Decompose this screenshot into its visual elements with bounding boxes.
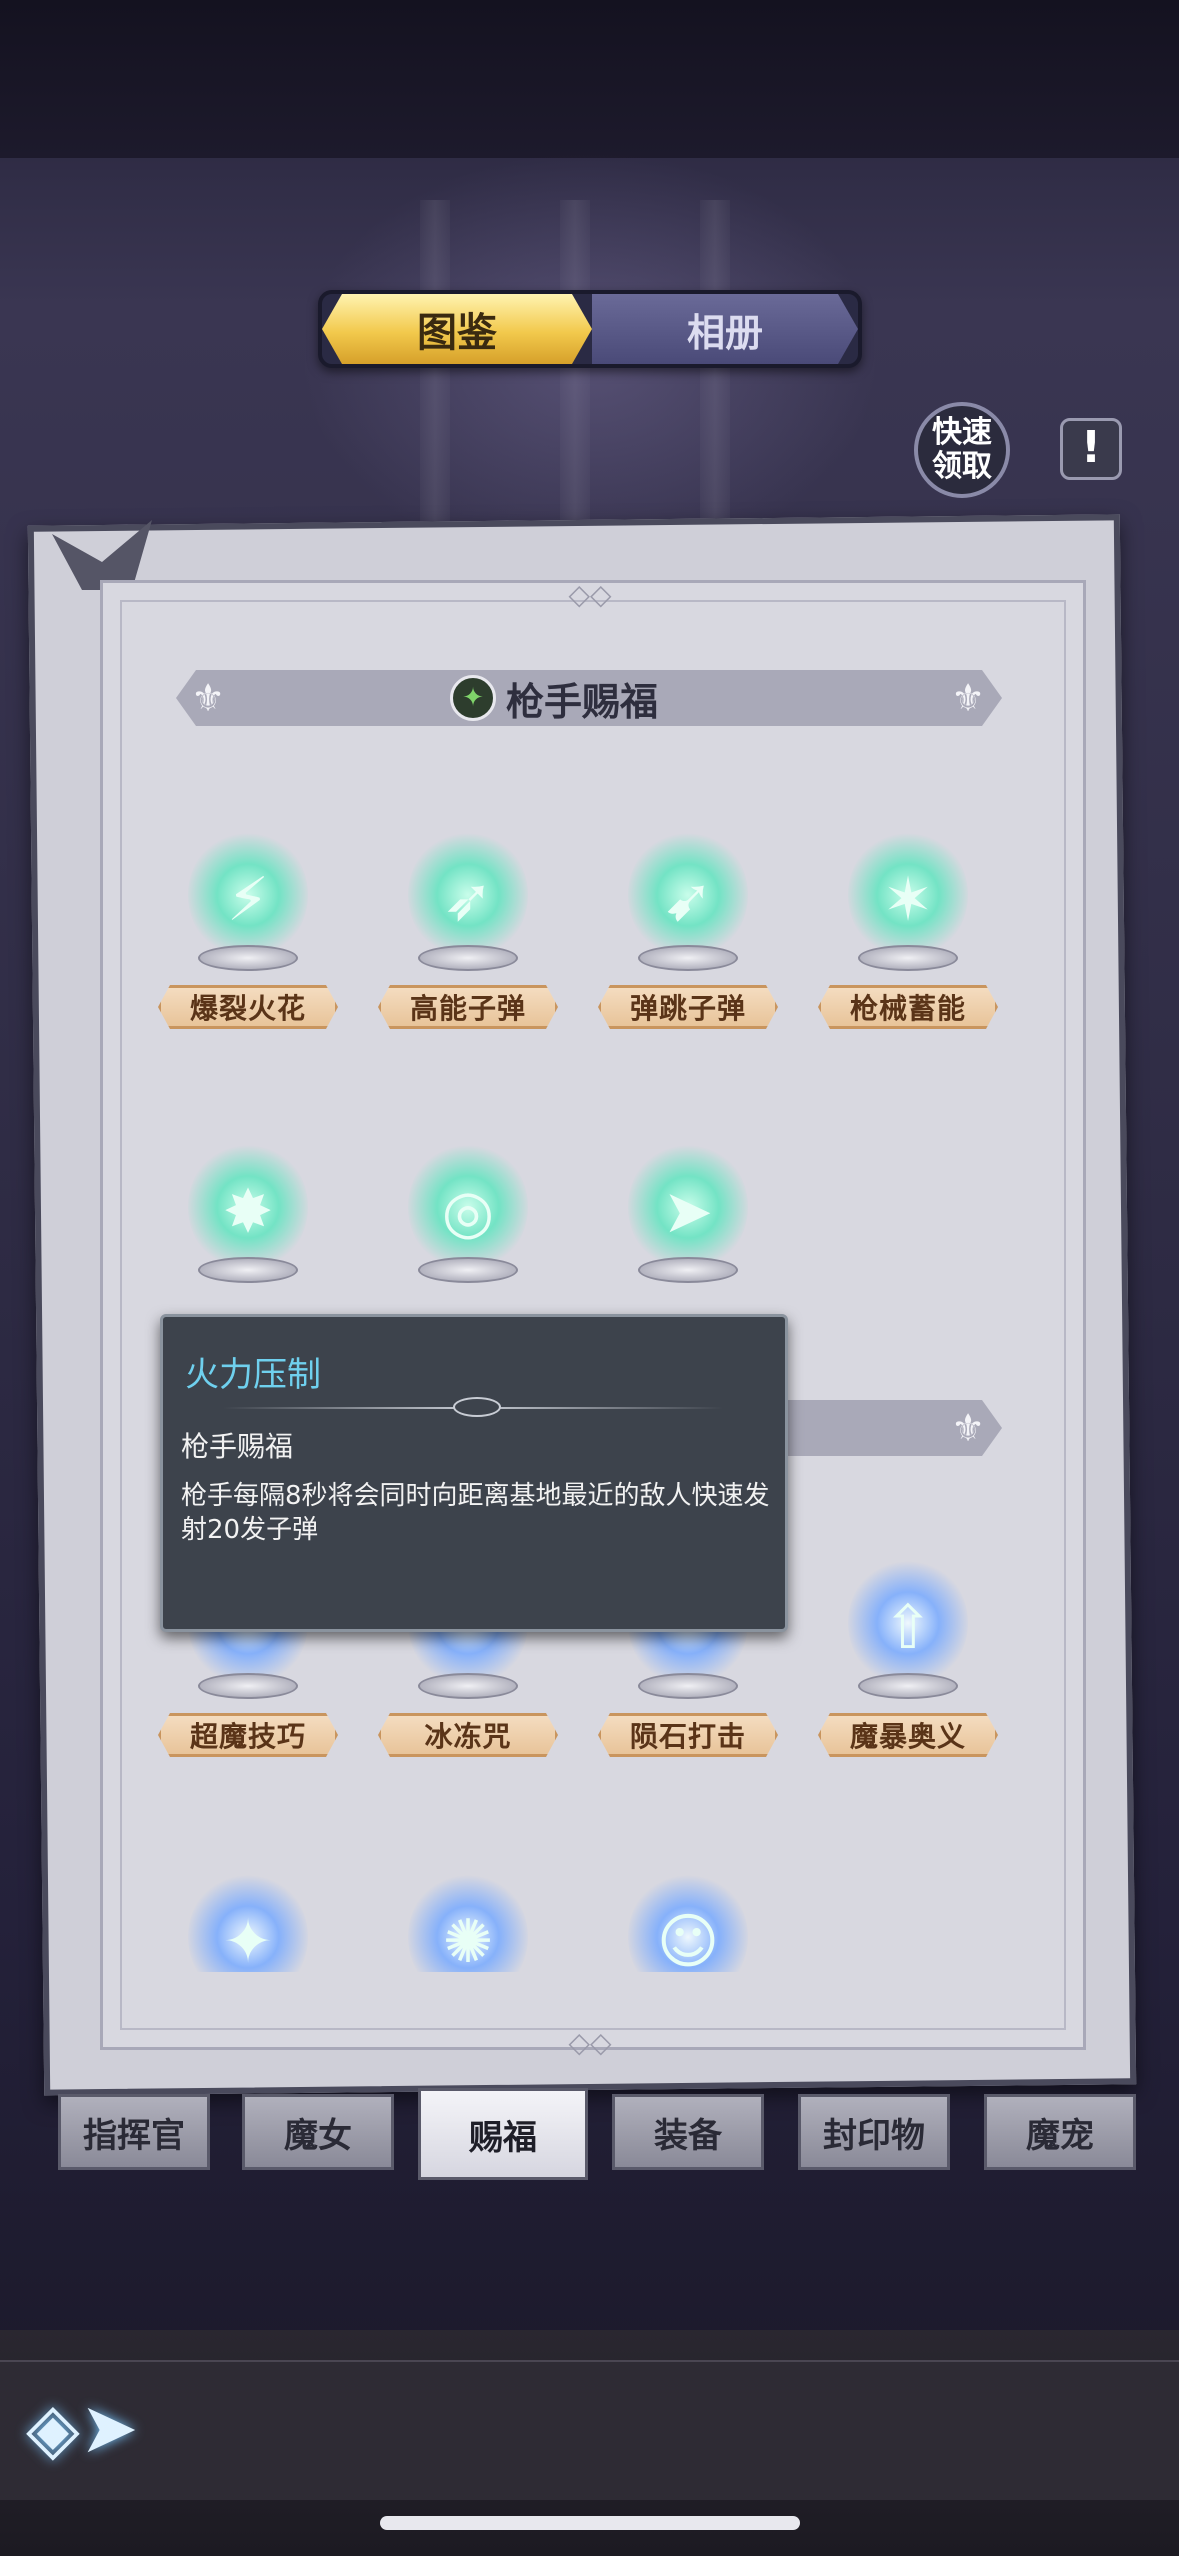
info-button[interactable]: !: [1060, 418, 1122, 480]
blessing-label: 高能子弹: [378, 985, 558, 1029]
tooltip-title: 火力压制: [185, 1355, 321, 1395]
view-toggle: 图鉴 相册: [318, 290, 862, 368]
home-indicator[interactable]: [380, 2516, 800, 2530]
ornament-icon: ◇◇: [568, 578, 612, 611]
pedestal: [858, 1673, 958, 1699]
pedestal: [418, 1257, 518, 1283]
tab-witch[interactable]: 魔女: [242, 2094, 394, 2170]
blessing-label: 爆裂火花: [158, 985, 338, 1029]
pedestal: [418, 1673, 518, 1699]
tab-pet[interactable]: 魔宠: [984, 2094, 1136, 2170]
blessing-item[interactable]: ✦: [158, 1862, 338, 1972]
blessing-item[interactable]: ⚡ 爆裂火花: [158, 820, 338, 1040]
targeted-shell-glyph: ◎: [441, 1177, 495, 1247]
tab-album[interactable]: 相册: [592, 294, 858, 364]
pedestal: [198, 1257, 298, 1283]
light-orb-glyph: ✦: [222, 1907, 274, 1972]
blessing-label: 超魔技巧: [158, 1713, 338, 1757]
missile-burst-glyph: ✸: [222, 1177, 274, 1247]
blessing-label: 枪械蓄能: [818, 985, 998, 1029]
quick-claim-button[interactable]: 快速 领取: [914, 402, 1010, 498]
blessing-item[interactable]: ✶ 枪械蓄能: [818, 820, 998, 1040]
pedestal: [418, 945, 518, 971]
starburst-glyph: ✺: [442, 1907, 494, 1972]
tooltip-description: 枪手每隔8秒将会同时向距离基地最近的敌人快速发射20发子弹: [181, 1481, 770, 1545]
tab-equipment[interactable]: 装备: [612, 2094, 764, 2170]
rifle-icon: ✦: [450, 675, 496, 721]
pedestal: [198, 945, 298, 971]
fleur-icon: ⚜: [950, 676, 986, 720]
section-title-text: 枪手赐福: [506, 679, 659, 724]
bullet-spark-glyph: ⚡: [226, 865, 270, 935]
pedestal: [638, 1673, 738, 1699]
blessing-item[interactable]: ⇧ 魔暴奥义: [818, 1548, 998, 1768]
bounce-bullet-glyph: ➹: [662, 865, 714, 935]
magic-storm-glyph: ⇧: [882, 1593, 934, 1663]
blessing-tooltip: 火力压制 枪手赐福 枪手每隔8秒将会同时向距离基地最近的敌人快速发射20发子弹: [160, 1314, 788, 1632]
ornament-icon: ◇◇: [568, 2026, 612, 2059]
blessing-label: 陨石打击: [598, 1713, 778, 1757]
pedestal: [638, 945, 738, 971]
blessing-label: 魔暴奥义: [818, 1713, 998, 1757]
tab-codex[interactable]: 图鉴: [322, 294, 592, 364]
section-title: ✦ 枪手赐福: [450, 670, 658, 726]
pedestal: [858, 945, 958, 971]
top-status-area: [0, 0, 1179, 158]
tab-commander[interactable]: 指挥官: [58, 2094, 210, 2170]
blessing-item[interactable]: ✺: [378, 1862, 558, 1972]
pedestal: [638, 1257, 738, 1283]
blessing-label: 冰冻咒: [378, 1713, 558, 1757]
energy-bullet-glyph: ➶: [442, 865, 494, 935]
rifle-charge-glyph: ✶: [882, 865, 934, 935]
arrow-barrage-glyph: ➤: [662, 1177, 714, 1247]
blessing-item[interactable]: ☺: [598, 1862, 778, 1972]
eye-ornament-icon: [453, 1397, 501, 1417]
tab-blessing[interactable]: 赐福: [418, 2088, 588, 2180]
back-logo-icon[interactable]: ◈➤: [26, 2378, 186, 2478]
fleur-icon: ⚜: [950, 1406, 986, 1450]
blessing-label: 弹跳子弹: [598, 985, 778, 1029]
blessing-item[interactable]: ➶ 高能子弹: [378, 820, 558, 1040]
fleur-icon: ⚜: [190, 676, 226, 720]
quick-claim-label: 快速 领取: [932, 415, 992, 484]
figure-glyph: ☺: [656, 1907, 720, 1972]
tab-seal[interactable]: 封印物: [798, 2094, 950, 2170]
pedestal: [198, 1673, 298, 1699]
tooltip-subtitle: 枪手赐福: [181, 1430, 294, 1463]
blessing-item[interactable]: ➹ 弹跳子弹: [598, 820, 778, 1040]
